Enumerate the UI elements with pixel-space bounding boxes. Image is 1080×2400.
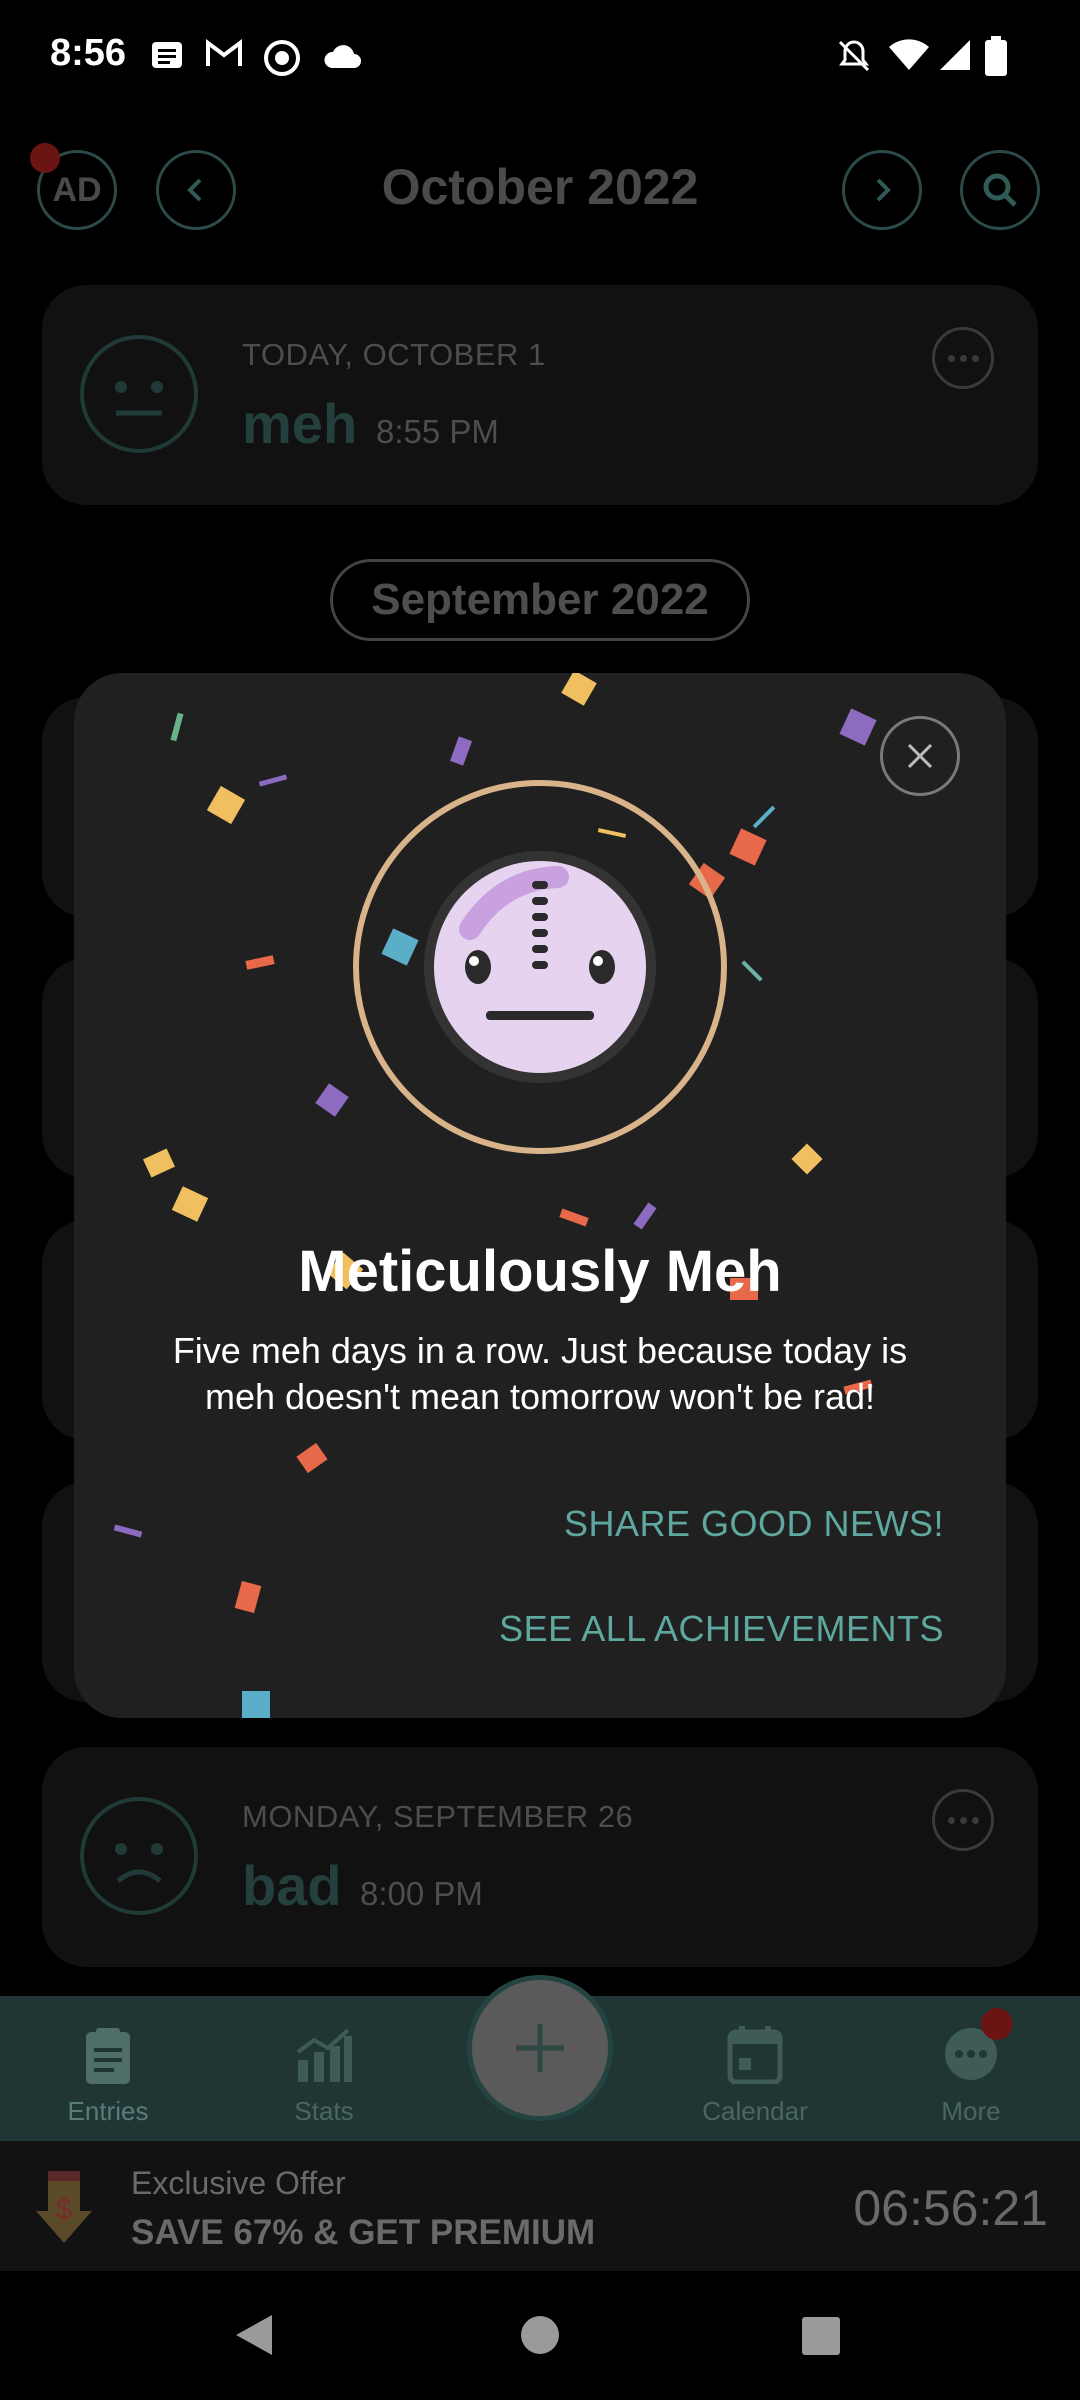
- calendar-icon: [727, 2026, 783, 2084]
- confetti: [142, 1148, 176, 1178]
- confetti: [752, 805, 776, 829]
- achievement-dialog: Meticulously Meh Five meh days in a row.…: [74, 673, 1006, 1718]
- signal-icon: [940, 40, 970, 70]
- offer-countdown: 06:56:21: [853, 2180, 1048, 2236]
- status-time: 8:56: [50, 32, 127, 74]
- next-month-button[interactable]: [842, 150, 922, 230]
- confetti: [234, 1580, 262, 1614]
- share-good-news-button[interactable]: SHARE GOOD NEWS!: [564, 1503, 944, 1545]
- entry-date: TODAY, OCTOBER 1: [242, 337, 546, 372]
- premium-offer-banner[interactable]: $ Exclusive Offer SAVE 67% & GET PREMIUM…: [0, 2141, 1080, 2271]
- stats-icon: [296, 2028, 352, 2082]
- meh-face-icon: [80, 335, 198, 453]
- entries-icon: [86, 2028, 130, 2084]
- tab-more-label: More: [941, 2096, 1001, 2126]
- entry-card[interactable]: MONDAY, SEPTEMBER 26 bad 8:00 PM: [42, 1747, 1038, 1967]
- tab-entries-label: Entries: [67, 2096, 149, 2126]
- sync-icon: [264, 40, 300, 76]
- wifi-icon: [889, 39, 929, 70]
- offer-title: Exclusive Offer: [131, 2165, 346, 2201]
- status-bar: 8:56: [0, 0, 1080, 118]
- confetti: [206, 785, 246, 825]
- entry-options-button[interactable]: [932, 327, 994, 389]
- mute-icon: [838, 40, 870, 72]
- price-tag-icon: $: [36, 2171, 92, 2243]
- confetti: [729, 828, 767, 866]
- tab-entries[interactable]: Entries: [28, 1996, 188, 2141]
- entry-time: 8:55 PM: [376, 413, 499, 450]
- plus-icon: [516, 2024, 564, 2072]
- home-icon[interactable]: [520, 2315, 560, 2355]
- tab-calendar[interactable]: Calendar: [675, 1996, 835, 2141]
- confetti: [258, 774, 288, 787]
- close-icon: [907, 743, 933, 769]
- entry-card[interactable]: TODAY, OCTOBER 1 meh 8:55 PM: [42, 285, 1038, 505]
- achievement-badge: [352, 779, 728, 1155]
- news-icon: [152, 42, 182, 68]
- search-icon: [983, 173, 1017, 207]
- recents-icon[interactable]: [801, 2316, 841, 2356]
- confetti: [561, 673, 597, 706]
- confetti: [242, 1691, 270, 1718]
- bad-face-icon: [80, 1797, 198, 1915]
- tab-calendar-label: Calendar: [702, 2096, 808, 2126]
- chevron-right-icon: [876, 178, 891, 202]
- entry-options-button[interactable]: [932, 1789, 994, 1851]
- confetti: [559, 1208, 589, 1227]
- system-nav-bar: [0, 2271, 1080, 2400]
- cloud-icon: [324, 45, 361, 68]
- confetti: [245, 955, 275, 970]
- notification-dot: [981, 2008, 1013, 2040]
- confetti: [633, 1202, 657, 1230]
- confetti: [170, 712, 184, 742]
- offer-subtitle: SAVE 67% & GET PREMIUM: [131, 2213, 596, 2252]
- confetti: [791, 1143, 823, 1175]
- confetti: [113, 1524, 143, 1538]
- see-all-achievements-button[interactable]: SEE ALL ACHIEVEMENTS: [499, 1608, 944, 1650]
- close-button[interactable]: [880, 716, 960, 796]
- gmail-icon: [206, 39, 242, 66]
- add-entry-button[interactable]: [467, 1975, 613, 2121]
- confetti: [315, 1083, 349, 1117]
- battery-icon: [985, 36, 1007, 76]
- meh-badge-icon: [353, 780, 727, 1154]
- confetti: [296, 1442, 328, 1474]
- entry-date: MONDAY, SEPTEMBER 26: [242, 1799, 634, 1834]
- entry-mood: bad: [242, 1854, 342, 1917]
- tab-more[interactable]: More: [891, 1996, 1051, 2141]
- tab-stats[interactable]: Stats: [244, 1996, 404, 2141]
- confetti: [741, 960, 763, 982]
- svg-text:$: $: [56, 2193, 73, 2226]
- confetti: [171, 1186, 209, 1222]
- achievement-description: Five meh days in a row. Just because tod…: [172, 1330, 908, 1417]
- achievement-title: Meticulously Meh: [298, 1239, 782, 1304]
- search-button[interactable]: [960, 150, 1040, 230]
- confetti: [839, 708, 877, 746]
- tab-stats-label: Stats: [294, 2096, 354, 2126]
- entry-time: 8:00 PM: [360, 1875, 483, 1912]
- confetti: [449, 736, 473, 766]
- section-month-pill: September 2022: [330, 559, 750, 641]
- entry-mood: meh: [242, 392, 358, 455]
- back-icon[interactable]: [234, 2313, 274, 2357]
